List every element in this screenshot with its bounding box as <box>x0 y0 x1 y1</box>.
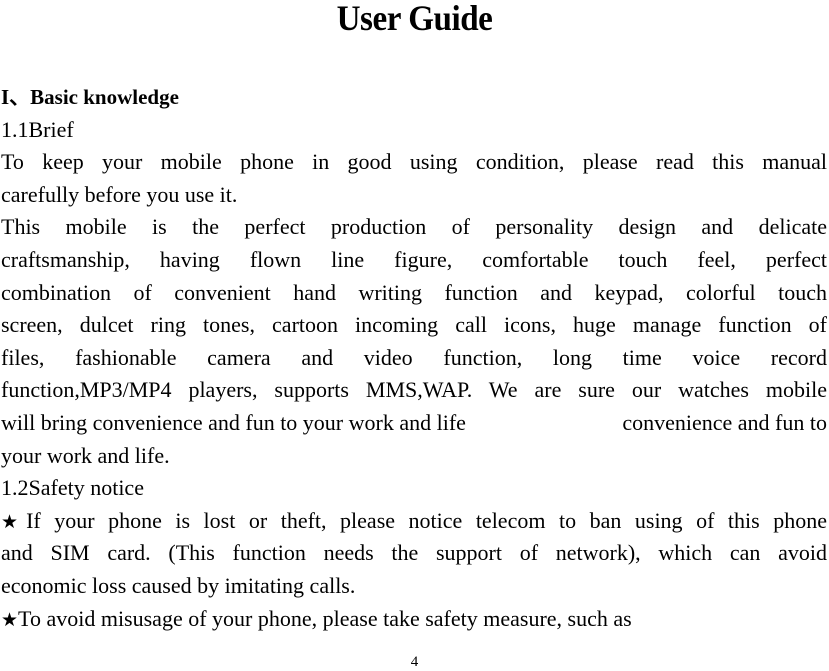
paragraph-line: files, fashionable camera and video func… <box>1 344 827 370</box>
paragraph-line: economic loss caused by imitating calls. <box>1 572 356 598</box>
section-heading: I、Basic knowledge <box>1 85 179 109</box>
subsection-heading-safety: 1.2Safety notice <box>1 475 144 501</box>
safety-item-text: To avoid misusage of your phone, please … <box>18 605 632 631</box>
paragraph-line: carefully before you use it. <box>1 181 238 207</box>
paragraph-line: craftsmanship, having flown line figure,… <box>1 246 827 272</box>
page-number: 4 <box>410 654 419 670</box>
paragraph-line: will bring convenience and fun to your w… <box>1 407 827 440</box>
star-bullet-icon: ★ <box>1 608 19 631</box>
document-page: User Guide I、Basic knowledge 1.1Brief To… <box>0 0 829 671</box>
paragraph-line: function,MP3/MP4 players, supports MMS,W… <box>1 377 827 403</box>
star-bullet-icon: ★ <box>1 510 27 533</box>
safety-item: ★If your phone is lost or theft, please … <box>1 505 827 538</box>
safety-item-text: If your phone is lost or theft, please n… <box>26 507 827 533</box>
paragraph-line: combination of convenient hand writing f… <box>1 279 827 305</box>
paragraph-line: To keep your mobile phone in good using … <box>1 149 827 175</box>
paragraph-line: your work and life. <box>1 442 170 468</box>
page-title: User Guide <box>336 0 493 38</box>
paragraph-line-part: will bring convenience and fun to your w… <box>1 409 466 435</box>
safety-item: ★To avoid misusage of your phone, please… <box>1 603 827 636</box>
page-content: I、Basic knowledge 1.1Brief To keep your … <box>1 81 827 635</box>
paragraph-line: This mobile is the perfect production of… <box>1 214 827 240</box>
paragraph-line: screen, dulcet ring tones, cartoon incom… <box>1 312 827 338</box>
subsection-heading-brief: 1.1Brief <box>1 116 74 142</box>
paragraph-line-part: convenience and fun to <box>622 409 827 435</box>
paragraph-line: and SIM card. (This function needs the s… <box>1 540 827 566</box>
